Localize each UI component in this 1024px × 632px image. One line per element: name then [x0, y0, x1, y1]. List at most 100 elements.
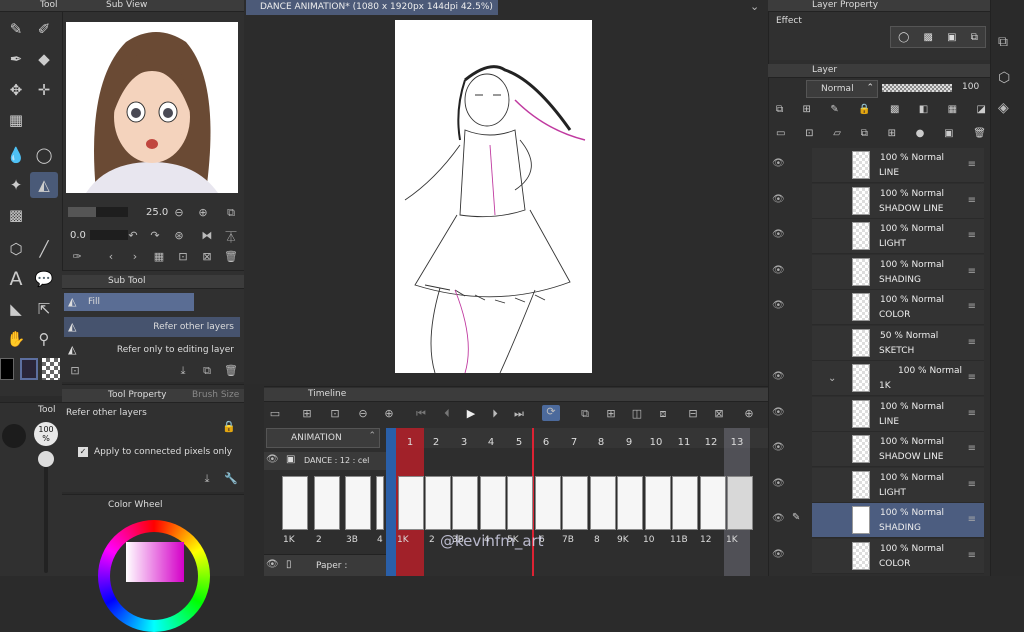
layer-menu-icon[interactable]: ≡ [968, 550, 976, 561]
onion-skin-icon[interactable]: ◫ [630, 407, 644, 420]
layer-row[interactable]: 100 % Normal SHADOW LINE ≡ [812, 184, 984, 219]
cel-frame[interactable] [452, 476, 478, 530]
layer-menu-icon[interactable]: ≡ [968, 337, 976, 348]
cel-frame[interactable] [480, 476, 506, 530]
sub-tool-delete-icon[interactable]: 🗑 [224, 364, 238, 377]
next-frame-icon[interactable]: ⏵ [488, 407, 502, 421]
tone-effect-icon[interactable]: ▩ [923, 32, 932, 43]
layer-visibility-eye-icon[interactable]: 👁 [772, 158, 786, 169]
draft-icon[interactable]: ✎ [830, 104, 838, 118]
next-icon[interactable]: › [128, 250, 142, 263]
layer-row[interactable]: 100 % Normal LINE ≡ [812, 397, 984, 432]
layer-row[interactable]: 50 % Normal SKETCH ≡ [812, 326, 984, 361]
new-cel-icon[interactable]: ⧉ [578, 407, 592, 421]
main-color-swatch[interactable] [0, 358, 14, 380]
lock-transparent-icon[interactable]: ▩ [890, 104, 899, 118]
prev-icon[interactable]: ‹ [104, 250, 118, 263]
move-tool-icon[interactable]: ✥ [2, 77, 30, 103]
transform-tool-icon[interactable]: ✛ [30, 77, 58, 103]
tool-property-download-icon[interactable]: ⤓ [200, 472, 214, 486]
delete-layer-icon[interactable]: 🗑 [973, 128, 986, 142]
fill-tool-icon[interactable]: ◭ [30, 172, 58, 198]
brush-size-slider[interactable] [44, 455, 48, 573]
reset-rotation-icon[interactable]: ⊛ [172, 229, 186, 242]
new-timeline-icon[interactable]: ▭ [268, 407, 282, 420]
timeline-delete-icon[interactable]: ⊠ [712, 407, 726, 420]
clear-cel-icon[interactable]: ⊟ [686, 407, 700, 420]
navigator-zoom-slider[interactable] [68, 207, 128, 217]
layer-visibility-eye-icon[interactable]: 👁 [772, 478, 786, 489]
layer-menu-icon[interactable]: ≡ [968, 372, 976, 383]
track-dance[interactable]: 👁 ▣ DANCE : 12 : cel [264, 452, 386, 470]
layer-row[interactable]: 100 % Normal SHADING ≡ [812, 255, 984, 290]
layer-menu-icon[interactable]: ≡ [968, 195, 976, 206]
cel-frame[interactable] [727, 476, 753, 530]
cel-frame[interactable] [617, 476, 643, 530]
border-effect-icon[interactable]: ◯ [898, 32, 909, 43]
timeline-zoom-out-icon[interactable]: ⊖ [356, 407, 370, 420]
correct-line-tool-icon[interactable]: ⇱ [30, 296, 58, 322]
copy-layer-icon[interactable]: ⧉ [861, 128, 868, 142]
flip-vertical-icon[interactable]: ⏄ [224, 229, 238, 245]
auto-select-tool-icon[interactable]: ✦ [2, 172, 30, 198]
layer-menu-icon[interactable]: ≡ [968, 443, 976, 454]
text-tool-icon[interactable]: A [2, 266, 30, 292]
canvas[interactable] [395, 20, 592, 373]
eraser-tool-icon[interactable]: ◆ [30, 46, 58, 72]
layer-folder-row[interactable]: ⌄ 100 % Normal 1K ≡ [812, 361, 984, 396]
sub-tool-item-refer-editing[interactable]: ◭ Refer only to editing layer [64, 340, 240, 360]
layer-visibility-eye-icon[interactable]: 👁 [772, 371, 786, 382]
layer-row[interactable]: 100 % Normal COLOR ≡ [812, 290, 984, 325]
mask-icon[interactable]: ● [916, 128, 925, 142]
lasso-tool-icon[interactable]: ◯ [30, 142, 58, 168]
layer-visibility-eye-icon[interactable]: 👁 [772, 194, 786, 205]
cel-frame[interactable] [398, 476, 424, 530]
right-panel-icon[interactable]: ⧉ [998, 34, 1008, 50]
layer-menu-icon[interactable]: ≡ [968, 479, 976, 490]
layer-visibility-eye-icon[interactable]: 👁 [772, 265, 786, 276]
hand-tool-icon[interactable]: ✋ [2, 326, 30, 352]
zoom-out-icon[interactable]: ⊖ [172, 206, 186, 219]
new-raster-icon[interactable]: ▭ [776, 128, 785, 142]
delete-image-icon[interactable]: 🗑 [224, 250, 238, 263]
fit-icon[interactable]: ⧉ [224, 206, 238, 220]
line-tool-icon[interactable]: ╱ [30, 236, 58, 262]
rotate-right-icon[interactable]: ↷ [148, 229, 162, 242]
mask-apply-icon[interactable]: ▣ [944, 128, 953, 142]
layer-visibility-eye-icon[interactable]: 👁 [772, 407, 786, 418]
layer-menu-icon[interactable]: ≡ [968, 301, 976, 312]
layer-visibility-eye-icon[interactable]: 👁 [772, 513, 786, 524]
sub-tool-settings-icon[interactable]: ⊡ [68, 364, 82, 377]
lock-icon[interactable]: 🔒 [222, 420, 236, 433]
brush-tool-icon[interactable]: ✒ [2, 46, 30, 72]
timeline-name-select[interactable]: ANIMATION ⌃ [266, 428, 380, 448]
import-image-icon[interactable]: ⊡ [176, 250, 190, 263]
track-thumbnail[interactable] [282, 476, 308, 530]
document-tab[interactable]: DANCE ANIMATION* (1080 x 1920px 144dpi 4… [246, 0, 498, 15]
cel-frame[interactable] [507, 476, 533, 530]
blend-tool-icon[interactable]: 💧 [2, 142, 30, 168]
layers-icon[interactable]: ◈ [998, 100, 1009, 116]
connected-pixels-option[interactable]: ✓ Apply to connected pixels only [76, 446, 240, 460]
layer-menu-icon[interactable]: ≡ [968, 159, 976, 170]
sub-tool-item-fill[interactable]: ◭ Fill [64, 293, 194, 311]
tab-menu-chevron-icon[interactable]: ⌄ [750, 0, 759, 13]
layer-row[interactable]: 100 % Normal LINE ≡ [812, 148, 984, 183]
track-visibility-eye-icon[interactable]: 👁 [266, 454, 279, 465]
balloon-tool-icon[interactable]: 💬 [30, 266, 58, 292]
clip-icon[interactable]: ⧉ [776, 104, 783, 118]
rotate-left-icon[interactable]: ↶ [126, 229, 140, 242]
lock-layer-icon[interactable]: 🔒 [858, 104, 870, 118]
merge-icon[interactable]: ⊞ [888, 128, 896, 142]
effect-buttons[interactable]: ◯ ▩ ▣ ⧉ [890, 26, 986, 48]
image-edit-icon[interactable]: ⊠ [200, 250, 214, 263]
reference-layer-icon[interactable]: ⊞ [803, 104, 811, 118]
ruler-icon[interactable]: ▦ [948, 104, 957, 118]
cel-frame[interactable] [535, 476, 561, 530]
track-paper[interactable]: 👁 ▯ Paper : [264, 554, 386, 576]
layer-color-icon[interactable]: ▣ [947, 32, 956, 43]
timeline-add-icon[interactable]: ⊕ [742, 407, 756, 420]
cel-frame[interactable] [425, 476, 451, 530]
sub-tool-copy-icon[interactable]: ⧉ [200, 364, 214, 378]
reference-icon[interactable]: ⧉ [971, 32, 978, 43]
